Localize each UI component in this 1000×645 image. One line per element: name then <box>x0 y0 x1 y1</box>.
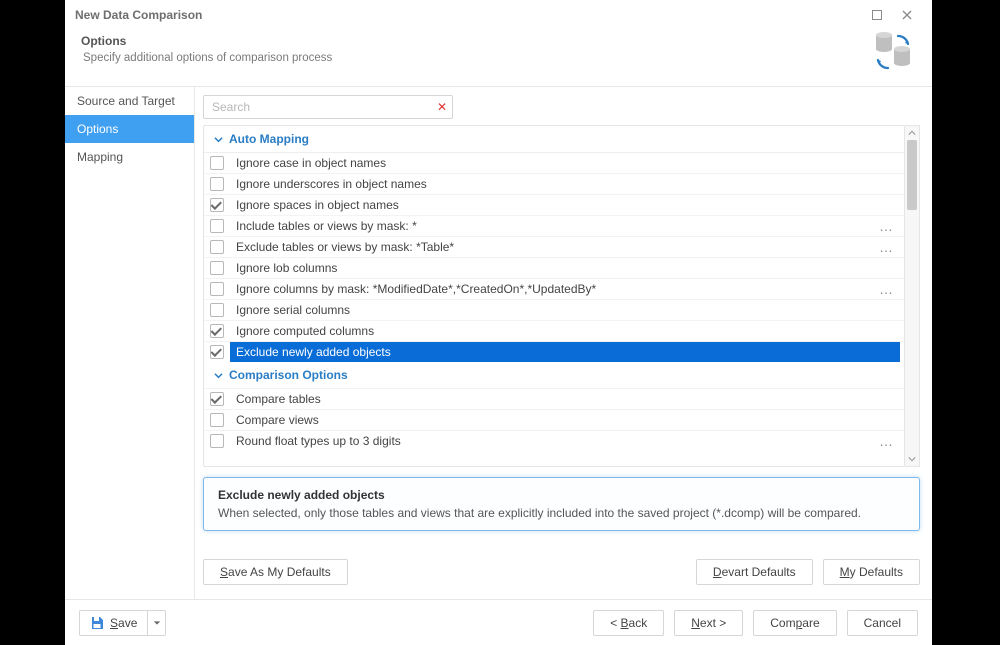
option-label: Ignore computed columns <box>236 324 374 338</box>
header-title: Options <box>81 34 870 48</box>
checkbox[interactable] <box>210 434 224 448</box>
option-row[interactable]: Ignore underscores in object names <box>204 173 904 194</box>
scroll-up-icon[interactable] <box>905 126 919 140</box>
checkbox[interactable] <box>210 303 224 317</box>
checkbox[interactable] <box>210 240 224 254</box>
checkbox[interactable] <box>210 198 224 212</box>
group-title: Comparison Options <box>229 368 348 382</box>
caret-down-icon <box>153 619 161 627</box>
devart-defaults-button[interactable]: Devart Defaults <box>696 559 813 585</box>
sidebar: Source and Target Options Mapping <box>65 87 195 599</box>
description-text: When selected, only those tables and vie… <box>218 506 905 520</box>
save-my-defaults-button[interactable]: Save As My Defaults <box>203 559 348 585</box>
option-label: Ignore lob columns <box>236 261 337 275</box>
option-label: Round float types up to 3 digits <box>236 434 401 448</box>
description-title: Exclude newly added objects <box>218 488 905 502</box>
sidebar-item-label: Source and Target <box>77 94 175 108</box>
option-label: Include tables or views by mask: * <box>236 219 417 233</box>
options-list: Auto Mapping Ignore case in object names… <box>203 125 905 467</box>
ellipsis-icon[interactable]: … <box>879 433 894 449</box>
option-label: Ignore spaces in object names <box>236 198 399 212</box>
group-header-auto-mapping[interactable]: Auto Mapping <box>204 126 904 152</box>
dialog-window: New Data Comparison Options Specify addi… <box>65 0 932 645</box>
ellipsis-icon[interactable]: … <box>879 239 894 255</box>
window-title: New Data Comparison <box>75 8 202 22</box>
close-icon <box>902 10 912 20</box>
my-defaults-button[interactable]: My Defaults <box>823 559 920 585</box>
header-subtitle: Specify additional options of comparison… <box>81 52 870 64</box>
chevron-down-icon <box>214 371 223 380</box>
checkbox[interactable] <box>210 345 224 359</box>
back-button[interactable]: < Back <box>593 610 664 636</box>
option-row[interactable]: Exclude tables or views by mask: *Table*… <box>204 236 904 257</box>
checkbox[interactable] <box>210 261 224 275</box>
next-button[interactable]: Next > <box>674 610 743 636</box>
search-input[interactable] <box>203 95 453 119</box>
footer: Save < Back Next > Compare Cancel <box>65 599 932 645</box>
sidebar-item-label: Mapping <box>77 150 123 164</box>
option-row[interactable]: Include tables or views by mask: * … <box>204 215 904 236</box>
option-row[interactable]: Ignore case in object names <box>204 152 904 173</box>
checkbox[interactable] <box>210 282 224 296</box>
main-panel: ✕ Auto Mapping Ignore case in object nam… <box>195 87 932 599</box>
ellipsis-icon[interactable]: … <box>879 218 894 234</box>
option-row[interactable]: Ignore computed columns <box>204 320 904 341</box>
scroll-down-icon[interactable] <box>905 452 919 466</box>
checkbox[interactable] <box>210 177 224 191</box>
option-label: Ignore serial columns <box>236 303 350 317</box>
option-label: Exclude newly added objects <box>236 345 391 359</box>
option-row[interactable]: Compare views <box>204 409 904 430</box>
sidebar-item-mapping[interactable]: Mapping <box>65 143 194 171</box>
scroll-thumb[interactable] <box>907 140 917 210</box>
checkbox[interactable] <box>210 392 224 406</box>
option-description-box: Exclude newly added objects When selecte… <box>203 477 920 531</box>
option-label: Exclude tables or views by mask: *Table* <box>236 240 454 254</box>
maximize-icon <box>872 10 882 20</box>
option-label: Ignore columns by mask: *ModifiedDate*,*… <box>236 282 596 296</box>
compare-button[interactable]: Compare <box>753 610 836 636</box>
cancel-button[interactable]: Cancel <box>847 610 918 636</box>
checkbox[interactable] <box>210 219 224 233</box>
option-label: Ignore case in object names <box>236 156 386 170</box>
option-row[interactable]: Ignore serial columns <box>204 299 904 320</box>
chevron-down-icon <box>214 135 223 144</box>
scroll-track[interactable] <box>905 140 919 452</box>
search-clear-icon[interactable]: ✕ <box>437 100 447 114</box>
option-label: Ignore underscores in object names <box>236 177 427 191</box>
window-maximize-button[interactable] <box>862 1 892 29</box>
option-row[interactable]: Round float types up to 3 digits … <box>204 430 904 451</box>
checkbox[interactable] <box>210 156 224 170</box>
option-row[interactable]: Ignore columns by mask: *ModifiedDate*,*… <box>204 278 904 299</box>
checkbox[interactable] <box>210 413 224 427</box>
sidebar-item-label: Options <box>77 122 118 136</box>
sidebar-item-options[interactable]: Options <box>65 115 194 143</box>
save-icon <box>90 616 104 630</box>
vertical-scrollbar[interactable] <box>905 125 920 467</box>
option-row[interactable]: Ignore spaces in object names <box>204 194 904 215</box>
save-button[interactable]: Save <box>80 611 147 635</box>
window-close-button[interactable] <box>892 1 922 29</box>
ellipsis-icon[interactable]: … <box>879 281 894 297</box>
option-label: Compare tables <box>236 392 321 406</box>
header: Options Specify additional options of co… <box>65 30 932 86</box>
save-split-button[interactable]: Save <box>79 610 166 636</box>
option-row[interactable]: Ignore lob columns <box>204 257 904 278</box>
option-row[interactable]: Exclude newly added objects <box>204 341 904 362</box>
group-header-comparison[interactable]: Comparison Options <box>204 362 904 388</box>
save-dropdown-toggle[interactable] <box>147 611 165 635</box>
group-title: Auto Mapping <box>229 132 309 146</box>
compare-db-icon <box>870 32 916 72</box>
option-row[interactable]: Compare tables <box>204 388 904 409</box>
option-label: Compare views <box>236 413 319 427</box>
sidebar-item-source-target[interactable]: Source and Target <box>65 87 194 115</box>
checkbox[interactable] <box>210 324 224 338</box>
title-bar: New Data Comparison <box>65 0 932 30</box>
